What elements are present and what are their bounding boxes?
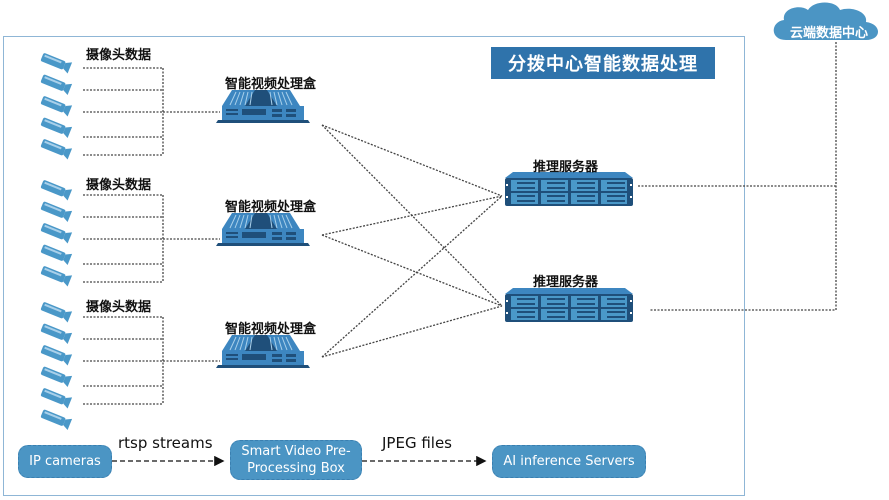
camera-icon: [39, 386, 73, 409]
camera-icon: [39, 115, 73, 139]
box-label: 智能视频处理盒: [225, 200, 317, 215]
video-processing-box-icon: [215, 89, 311, 124]
camera-icon: [39, 242, 73, 266]
flow-edge-label: JPEG files: [382, 434, 452, 452]
camera-icon: [39, 137, 73, 160]
box-label: 智能视频处理盒: [225, 77, 317, 92]
camera-icon: [39, 94, 73, 117]
flow-edge-label: rtsp streams: [118, 434, 213, 452]
flow-node-preprocessing-box: Smart Video Pre- Processing Box: [230, 440, 362, 480]
flow-node-inference-servers: AI inference Servers: [492, 445, 646, 478]
camera-icon: [39, 178, 73, 201]
camera-icon: [39, 221, 73, 244]
box-label: 智能视频处理盒: [225, 322, 317, 337]
inference-server-icon: [505, 172, 633, 206]
flow-node-line: Smart Video Pre-: [241, 444, 351, 459]
diagram-canvas: [39, 2, 878, 467]
camera-group-label: 摄像头数据: [86, 300, 152, 315]
camera-icon: [39, 321, 73, 345]
video-processing-box-icon: [215, 212, 311, 247]
camera-icon: [39, 300, 73, 323]
camera-icon: [39, 364, 73, 388]
camera-icon: [39, 343, 73, 366]
inference-server-icon: [505, 288, 633, 322]
server-label: 推理服务器: [533, 160, 599, 175]
camera-icon: [39, 264, 73, 287]
flow-node-ip-cameras: IP cameras: [18, 445, 112, 478]
camera-icon: [39, 72, 73, 96]
flow-node-line: Processing Box: [247, 461, 345, 476]
camera-icon: [39, 199, 73, 223]
camera-icon: [39, 407, 73, 431]
cloud-label: 云端数据中心: [789, 26, 868, 41]
video-processing-box-icon: [215, 334, 311, 369]
camera-group-label: 摄像头数据: [86, 48, 152, 63]
camera-group-label: 摄像头数据: [86, 178, 152, 193]
server-label: 推理服务器: [533, 275, 599, 290]
page-title: 分拨中心智能数据处理: [491, 47, 715, 79]
cloud-link-lines: [638, 42, 837, 311]
camera-icon: [39, 51, 73, 74]
